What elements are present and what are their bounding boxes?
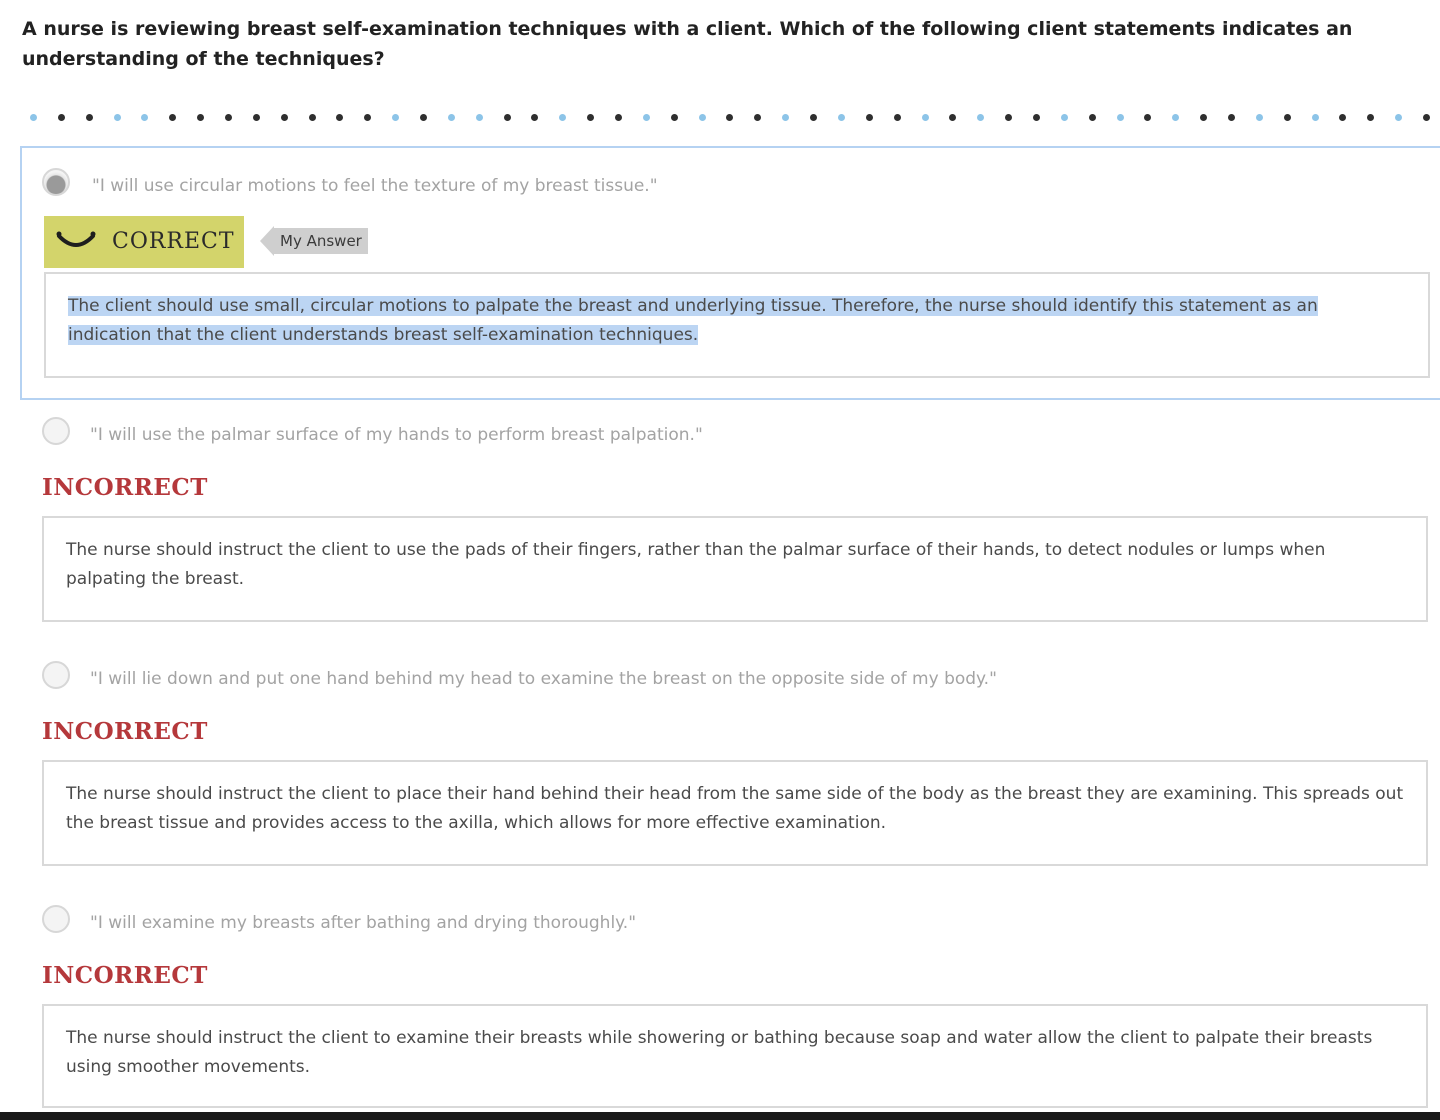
correct-badge: CORRECT (44, 216, 244, 268)
progress-dot[interactable] (559, 113, 567, 121)
progress-dot[interactable] (670, 113, 678, 121)
option-text[interactable]: "I will lie down and put one hand behind… (90, 669, 997, 689)
progress-dot[interactable] (726, 113, 734, 121)
progress-dot[interactable] (57, 113, 65, 121)
progress-dot[interactable] (475, 113, 483, 121)
progress-dot[interactable] (1200, 113, 1208, 121)
progress-dot[interactable] (1032, 113, 1040, 121)
progress-dot[interactable] (85, 113, 93, 121)
quiz-review-page: A nurse is reviewing breast self-examina… (0, 0, 1440, 1120)
progress-dot[interactable] (1255, 113, 1263, 121)
progress-dot[interactable] (921, 113, 929, 121)
feedback-box: The nurse should instruct the client to … (42, 1004, 1428, 1108)
progress-dot[interactable] (1116, 113, 1124, 121)
progress-dot[interactable] (893, 113, 901, 121)
bottom-edge (0, 1112, 1440, 1120)
progress-dot[interactable] (754, 113, 762, 121)
progress-dot[interactable] (420, 113, 428, 121)
progress-dot[interactable] (531, 113, 539, 121)
progress-dot[interactable] (782, 113, 790, 121)
progress-dot[interactable] (587, 113, 595, 121)
feedback-box: The nurse should instruct the client to … (42, 516, 1428, 622)
radio-button[interactable] (42, 168, 70, 196)
progress-dot[interactable] (1060, 113, 1068, 121)
progress-dot[interactable] (447, 113, 455, 121)
rationale-text: The nurse should instruct the client to … (66, 784, 1404, 833)
incorrect-label: INCORRECT (42, 962, 208, 989)
progress-dot[interactable] (252, 113, 260, 121)
progress-dot[interactable] (30, 113, 37, 121)
progress-dot[interactable] (837, 113, 845, 121)
progress-dot[interactable] (503, 113, 511, 121)
progress-dot[interactable] (392, 113, 400, 121)
progress-dot[interactable] (1088, 113, 1096, 121)
progress-dot[interactable] (1367, 113, 1375, 121)
progress-dot[interactable] (1283, 113, 1291, 121)
progress-dot[interactable] (336, 113, 344, 121)
progress-dot[interactable] (949, 113, 957, 121)
my-answer-label: My Answer (274, 228, 368, 254)
tag-arrow (260, 226, 274, 256)
progress-dot[interactable] (1172, 113, 1180, 121)
progress-dot[interactable] (1339, 113, 1347, 121)
progress-dot[interactable] (1395, 113, 1403, 121)
feedback-box: The nurse should instruct the client to … (42, 760, 1428, 866)
radio-button[interactable] (42, 905, 70, 933)
progress-dot[interactable] (642, 113, 650, 121)
rationale-text: The nurse should instruct the client to … (66, 540, 1326, 589)
incorrect-label: INCORRECT (42, 718, 208, 745)
progress-dot[interactable] (141, 113, 149, 121)
progress-dot[interactable] (1311, 113, 1319, 121)
progress-dot[interactable] (1422, 113, 1430, 121)
option-text: "I will use circular motions to feel the… (92, 176, 658, 196)
progress-dot[interactable] (225, 113, 233, 121)
progress-dot[interactable] (308, 113, 316, 121)
progress-dot[interactable] (865, 113, 873, 121)
radio-button[interactable] (42, 417, 70, 445)
incorrect-label: INCORRECT (42, 474, 208, 501)
progress-dot[interactable] (169, 113, 177, 121)
answer-option-1[interactable]: "I will use circular motions to feel the… (20, 146, 1440, 400)
progress-dot[interactable] (1144, 113, 1152, 121)
progress-dot[interactable] (364, 113, 372, 121)
progress-dot[interactable] (197, 113, 205, 121)
rationale-text: The client should use small, circular mo… (68, 296, 1318, 345)
progress-dot[interactable] (1005, 113, 1013, 121)
progress-dot[interactable] (977, 113, 985, 121)
progress-dot[interactable] (280, 113, 288, 121)
correct-label: CORRECT (112, 229, 235, 254)
question-stem: A nurse is reviewing breast self-examina… (22, 18, 1353, 70)
progress-dots (30, 110, 1430, 124)
option-text[interactable]: "I will use the palmar surface of my han… (90, 425, 703, 445)
smile-icon (56, 231, 96, 247)
progress-dot[interactable] (810, 113, 818, 121)
feedback-box: The client should use small, circular mo… (44, 272, 1430, 378)
radio-button[interactable] (42, 661, 70, 689)
progress-dot[interactable] (615, 113, 623, 121)
option-text[interactable]: "I will examine my breasts after bathing… (90, 913, 636, 933)
progress-dot[interactable] (698, 113, 706, 121)
progress-dot[interactable] (113, 113, 121, 121)
rationale-text: The nurse should instruct the client to … (66, 1028, 1373, 1077)
progress-dot[interactable] (1227, 113, 1235, 121)
